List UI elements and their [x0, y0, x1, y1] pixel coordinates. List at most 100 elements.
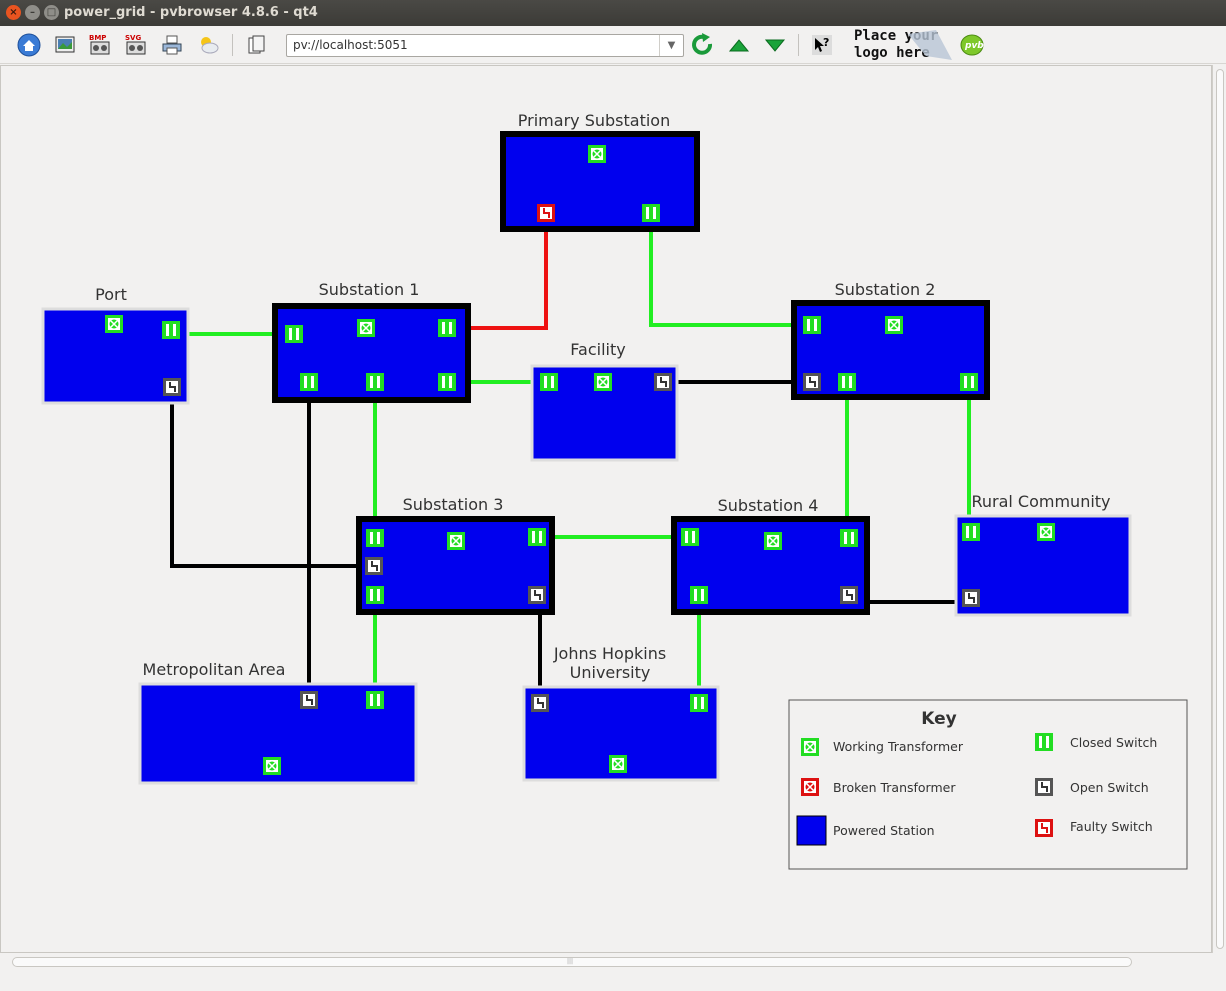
- svg-text:SVG: SVG: [125, 34, 141, 42]
- arrow-down-icon: [764, 39, 786, 52]
- screenshot-icon: [55, 36, 75, 53]
- url-combobox[interactable]: pv://localhost:5051 ▼: [286, 34, 684, 57]
- open-switch-icon[interactable]: [839, 585, 859, 605]
- pvb-icon: pvb: [960, 34, 984, 56]
- station-primary-substation[interactable]: Primary Substation: [500, 111, 700, 232]
- closed-switch-icon[interactable]: [366, 529, 384, 547]
- transformer-icon[interactable]: [446, 531, 466, 551]
- arrow-up-icon: [728, 39, 750, 52]
- open-switch-icon[interactable]: [961, 588, 981, 608]
- station-label: Substation 4: [718, 496, 819, 515]
- scroll-grip-icon: |||: [567, 958, 574, 965]
- copy-icon: [248, 35, 265, 54]
- closed-switch-icon[interactable]: [840, 529, 858, 547]
- transformer-icon[interactable]: [608, 754, 628, 774]
- transformer-icon[interactable]: [262, 756, 282, 776]
- open-switch-icon[interactable]: [802, 372, 822, 392]
- station-facility[interactable]: Facility: [530, 340, 679, 462]
- station-label: Metropolitan Area: [143, 660, 286, 679]
- closed-switch-icon[interactable]: [681, 528, 699, 546]
- legend-faulty-switch: Faulty Switch: [1070, 819, 1153, 834]
- closed-switch-icon[interactable]: [690, 694, 708, 712]
- working-transformer-icon: [800, 737, 820, 757]
- legend-powered-station: Powered Station: [833, 823, 935, 838]
- home-icon: [17, 33, 41, 57]
- station-substation-4[interactable]: Substation 4: [671, 496, 870, 615]
- minimize-window-button[interactable]: –: [25, 5, 40, 20]
- closed-switch-icon[interactable]: [690, 586, 708, 604]
- faulty-switch-icon[interactable]: [536, 203, 556, 223]
- station-label: Primary Substation: [518, 111, 670, 130]
- transformer-icon[interactable]: [593, 372, 613, 392]
- open-switch-icon[interactable]: [530, 693, 550, 713]
- station-label: Substation 1: [319, 280, 420, 299]
- save-bmp-button[interactable]: BMP: [87, 32, 113, 58]
- horizontal-scrollbar[interactable]: |||: [0, 953, 1212, 971]
- transformer-icon[interactable]: [587, 144, 607, 164]
- closed-switch-icon[interactable]: [962, 523, 980, 541]
- open-switch-icon[interactable]: [364, 556, 384, 576]
- station-rural-community[interactable]: Rural Community: [954, 492, 1132, 617]
- transformer-icon[interactable]: [763, 531, 783, 551]
- closed-switch-icon[interactable]: [366, 373, 384, 391]
- reload-button[interactable]: [690, 32, 716, 58]
- station-port[interactable]: Port: [41, 285, 190, 405]
- transformer-icon[interactable]: [356, 318, 376, 338]
- station-label-line-2: University: [570, 663, 651, 682]
- print-button[interactable]: [159, 32, 185, 58]
- copy-button[interactable]: [243, 32, 269, 58]
- bmp-icon: BMP: [89, 34, 110, 55]
- closed-switch-icon[interactable]: [366, 691, 384, 709]
- open-switch-icon[interactable]: [653, 372, 673, 392]
- svg-text:BMP: BMP: [89, 34, 106, 42]
- open-switch-icon[interactable]: [162, 377, 182, 397]
- closed-switch-icon[interactable]: [162, 321, 180, 339]
- home-button[interactable]: [16, 32, 42, 58]
- weather-button[interactable]: [195, 32, 221, 58]
- legend-title: Key: [921, 709, 957, 729]
- weather-icon: [201, 37, 219, 54]
- whats-this-button[interactable]: ?: [809, 32, 835, 58]
- closed-switch-icon[interactable]: [366, 586, 384, 604]
- status-bar: [0, 971, 1226, 991]
- closed-switch-icon[interactable]: [960, 373, 978, 391]
- close-window-button[interactable]: ×: [6, 5, 21, 20]
- svg-icon: SVG: [125, 34, 146, 55]
- station-label: Rural Community: [971, 492, 1110, 511]
- open-switch-icon[interactable]: [527, 585, 547, 605]
- station-johns-hopkins[interactable]: Johns Hopkins University: [522, 644, 720, 782]
- station-substation-3[interactable]: Substation 3: [356, 495, 555, 615]
- closed-switch-icon[interactable]: [438, 373, 456, 391]
- open-switch-legend-icon: [1034, 777, 1054, 797]
- closed-switch-icon[interactable]: [438, 319, 456, 337]
- broken-transformer-icon: [800, 777, 820, 797]
- transformer-icon[interactable]: [1036, 522, 1056, 542]
- station-substation-2[interactable]: Substation 2: [791, 280, 990, 400]
- closed-switch-icon[interactable]: [803, 316, 821, 334]
- closed-switch-icon[interactable]: [300, 373, 318, 391]
- closed-switch-icon[interactable]: [642, 204, 660, 222]
- closed-switch-icon[interactable]: [285, 325, 303, 343]
- transformer-icon[interactable]: [104, 314, 124, 334]
- chevron-down-icon[interactable]: ▼: [659, 35, 683, 56]
- url-text: pv://localhost:5051: [293, 38, 408, 52]
- station-label: Facility: [570, 340, 625, 359]
- svg-text:?: ?: [823, 36, 829, 49]
- screenshot-button[interactable]: [52, 32, 78, 58]
- closed-switch-icon[interactable]: [838, 373, 856, 391]
- transformer-icon[interactable]: [884, 315, 904, 335]
- closed-switch-icon[interactable]: [540, 373, 558, 391]
- scroll-down-button[interactable]: [762, 32, 788, 58]
- maximize-window-button[interactable]: □: [44, 5, 59, 20]
- scroll-up-button[interactable]: [726, 32, 752, 58]
- save-svg-button[interactable]: SVG: [123, 32, 149, 58]
- station-substation-1[interactable]: Substation 1: [272, 280, 471, 403]
- powered-station-swatch: [796, 815, 827, 846]
- window-titlebar: × – □ power_grid - pvbrowser 4.8.6 - qt4: [0, 0, 1226, 26]
- open-switch-icon[interactable]: [299, 690, 319, 710]
- closed-switch-icon[interactable]: [528, 528, 546, 546]
- pvb-button[interactable]: pvb: [959, 32, 985, 58]
- legend-closed-switch: Closed Switch: [1070, 735, 1157, 750]
- station-label: Substation 3: [403, 495, 504, 514]
- vertical-scrollbar[interactable]: [1212, 65, 1226, 953]
